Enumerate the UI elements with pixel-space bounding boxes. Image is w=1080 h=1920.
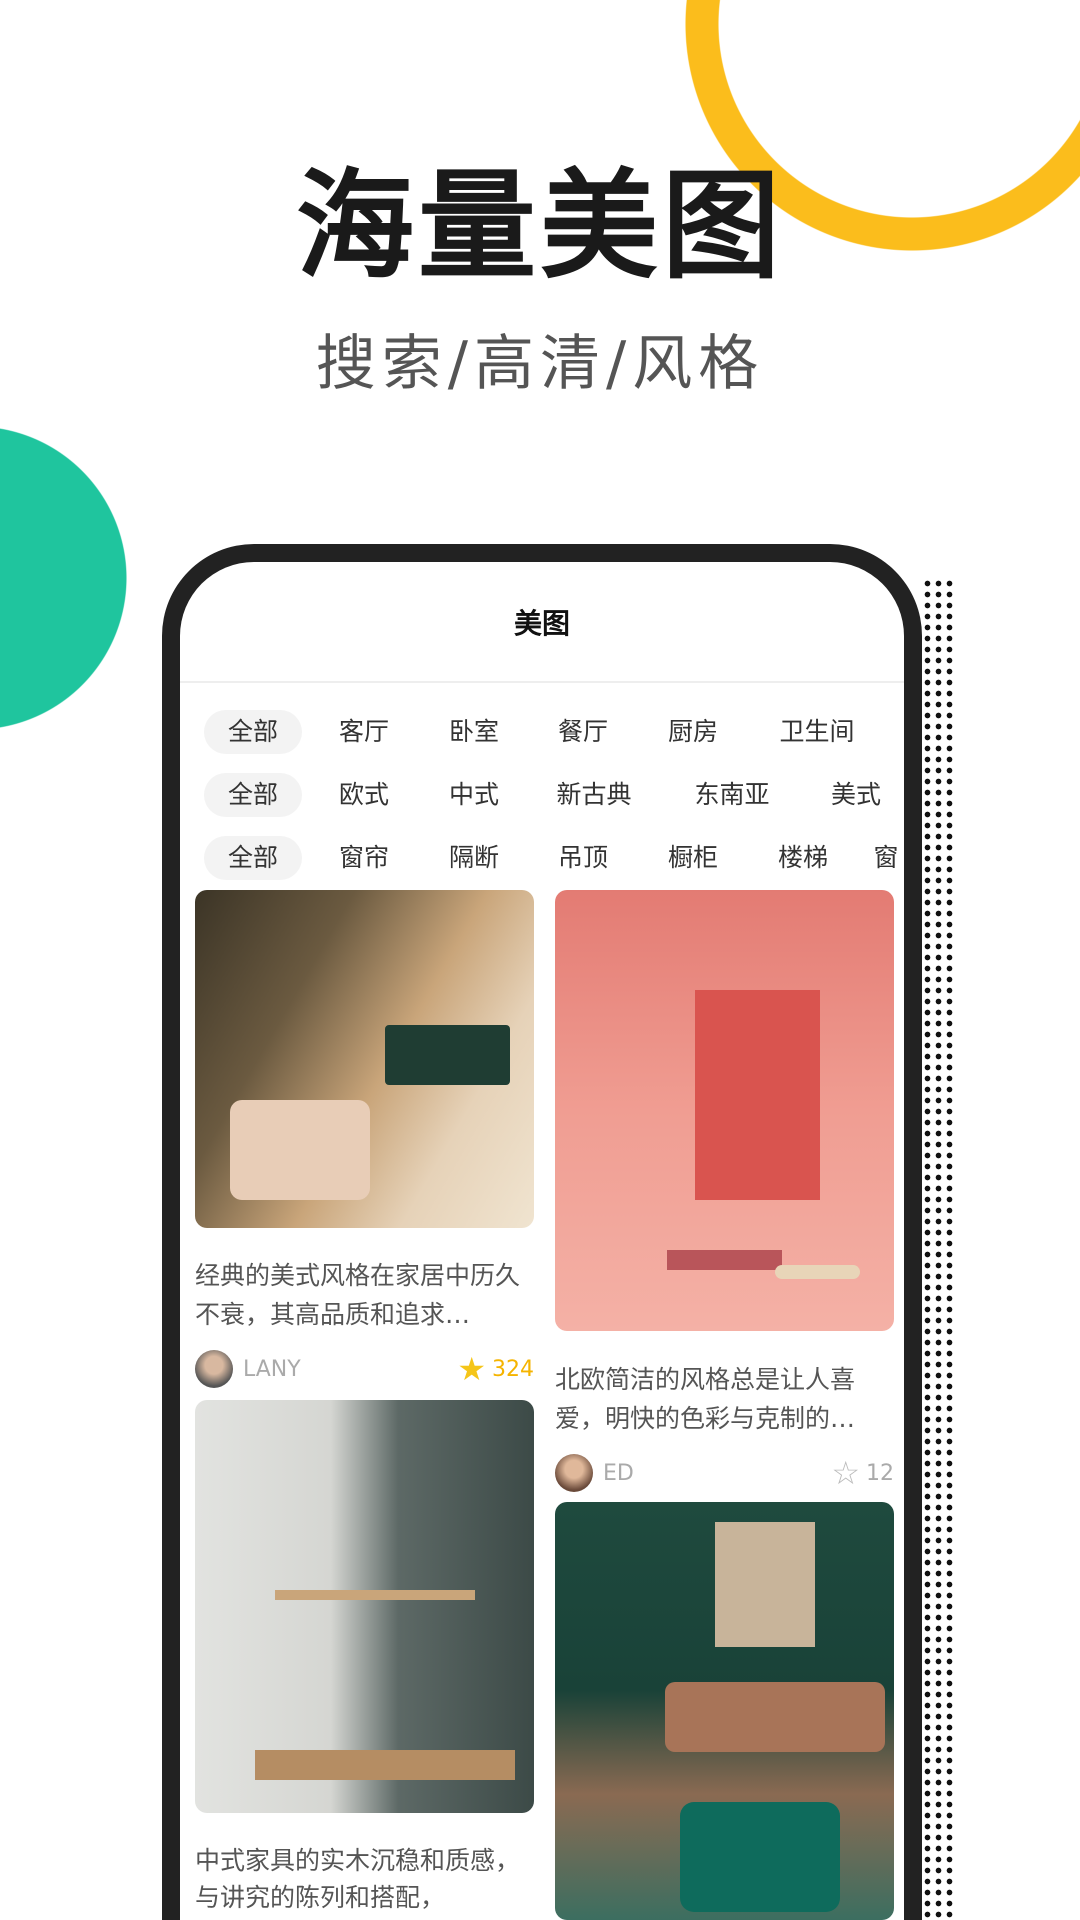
decorative-dot-pattern [922, 578, 956, 1920]
card-caption[interactable]: 经典的美式风格在家居中历久不衰，其高品质和追求… [195, 1256, 534, 1334]
card-author-row: ED ☆ 12 [555, 1453, 894, 1493]
filter-chip[interactable]: 楼梯 [778, 836, 828, 880]
decorative-green-circle [0, 426, 127, 730]
star-outline-icon: ☆ [831, 1454, 860, 1492]
filter-row-part: 全部 窗帘 隔断 吊顶 橱柜 楼梯 窗 [180, 836, 904, 880]
filter-chip[interactable]: 餐厅 [558, 710, 608, 754]
card-image-nordic-style[interactable] [555, 890, 894, 1331]
promo-title: 海量美图 [295, 157, 784, 295]
filter-row-room: 全部 客厅 卧室 餐厅 厨房 卫生间 [180, 710, 904, 754]
filter-chip[interactable]: 美式 [831, 773, 881, 817]
author-name[interactable]: LANY [243, 1357, 301, 1382]
filter-chip[interactable]: 厨房 [668, 710, 718, 754]
filter-chip[interactable]: 东南亚 [694, 773, 769, 817]
filter-chip[interactable]: 吊顶 [558, 836, 608, 880]
filter-chip[interactable]: 新古典 [556, 773, 631, 817]
card-image-american-style[interactable] [195, 890, 534, 1228]
like-button[interactable]: ☆ 12 [831, 1453, 894, 1493]
filter-chip[interactable]: 橱柜 [668, 836, 718, 880]
header-divider [180, 681, 904, 683]
screen-title: 美图 [513, 607, 570, 640]
author-name[interactable]: ED [603, 1461, 634, 1486]
filter-chip[interactable]: 卧室 [449, 710, 499, 754]
like-button[interactable]: ★ 324 [457, 1349, 534, 1389]
card-caption[interactable]: 中式家具的实木沉稳和质感，与讲究的陈列和搭配， [195, 1842, 534, 1916]
card-image-green-living-room[interactable] [555, 1502, 894, 1920]
phone-frame: 美图 全部 客厅 卧室 餐厅 厨房 卫生间 全部 欧式 中式 新古典 东南亚 美… [162, 544, 922, 1920]
star-filled-icon: ★ [457, 1350, 486, 1388]
filter-chip[interactable]: 客厅 [339, 710, 389, 754]
filter-chip[interactable]: 欧式 [339, 773, 389, 817]
filter-chip[interactable]: 全部 [203, 710, 303, 754]
filter-chip[interactable]: 全部 [203, 836, 303, 880]
like-count: 324 [492, 1356, 534, 1382]
filter-chip[interactable]: 全部 [203, 773, 303, 817]
filter-row-style: 全部 欧式 中式 新古典 东南亚 美式 [180, 773, 904, 817]
avatar[interactable] [195, 1350, 233, 1388]
promo-subtitle: 搜索/高清/风格 [315, 329, 765, 399]
filter-chip[interactable]: 隔断 [449, 836, 499, 880]
card-caption[interactable]: 北欧简洁的风格总是让人喜爱，明快的色彩与克制的… [555, 1360, 894, 1438]
card-image-chinese-style[interactable] [195, 1400, 534, 1813]
avatar[interactable] [555, 1454, 593, 1492]
card-author-row: LANY ★ 324 [195, 1349, 534, 1389]
filter-chip[interactable]: 卫生间 [779, 710, 854, 754]
filter-chip[interactable]: 窗帘 [339, 836, 389, 880]
like-count: 12 [866, 1460, 894, 1486]
filter-chip[interactable]: 中式 [449, 773, 499, 817]
filter-chip[interactable]: 窗 [873, 836, 898, 880]
